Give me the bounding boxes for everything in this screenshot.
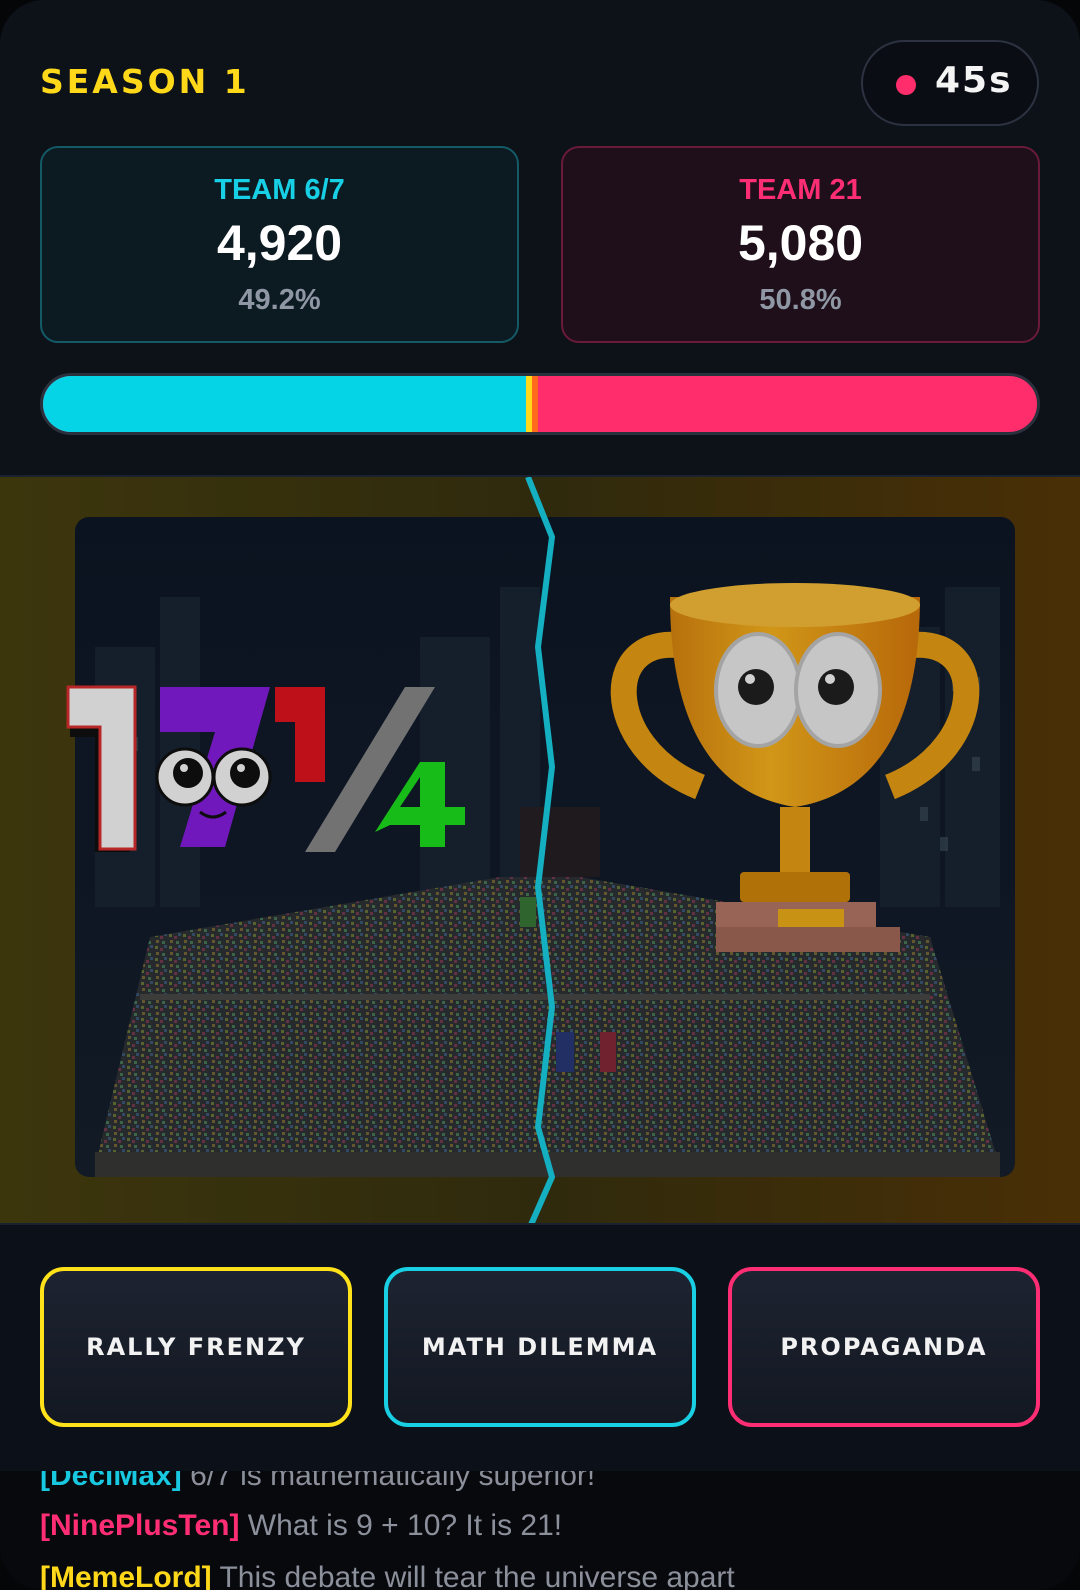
chat-text: What is 9 + 10? It is 21! (247, 1509, 563, 1542)
tug-of-war-bar (40, 373, 1040, 435)
team-card-left: TEAM 6/7 4,920 49.2% (40, 146, 519, 343)
season-label: SEASON 1 (40, 62, 250, 101)
math-dilemma-button[interactable]: MATH DILEMMA (384, 1267, 696, 1427)
chat-message: [MemeLord] This debate will tear the uni… (40, 1561, 735, 1590)
move-buttons: RALLY FRENZY MATH DILEMMA PROPAGANDA (0, 1225, 1080, 1471)
team-score: 5,080 (737, 215, 864, 271)
round-timer: 45s (861, 40, 1039, 126)
battle-arena (0, 475, 1080, 1225)
chat-message: [DeciMax] 6/7 is mathematically superior… (40, 1471, 595, 1493)
team-percent: 49.2% (238, 284, 321, 316)
chat-text: 6/7 is mathematically superior! (190, 1471, 596, 1492)
timer-text: 45s (935, 60, 1013, 101)
propaganda-button[interactable]: PROPAGANDA (728, 1267, 1040, 1427)
chat-username: [DeciMax] (40, 1471, 182, 1492)
team-score: 4,920 (216, 215, 343, 271)
chat-username: [MemeLord] (40, 1561, 212, 1590)
live-dot-icon (896, 75, 916, 95)
tug-bar-left-fill (43, 376, 532, 432)
game-screen: SEASON 1 45s TEAM 6/7 4,920 49.2% TEAM 2… (0, 0, 1080, 1590)
team-card-right: TEAM 21 5,080 50.8% (561, 146, 1040, 343)
tug-bar-marker (526, 376, 538, 432)
chat-username: [NinePlusTen] (40, 1509, 240, 1542)
team-name: TEAM 21 (739, 174, 862, 206)
team-name: TEAM 6/7 (214, 174, 345, 206)
chat-text: This debate will tear the universe apart (219, 1561, 735, 1590)
arena-scene (0, 477, 1080, 1223)
chat-message: [NinePlusTen] What is 9 + 10? It is 21! (40, 1509, 562, 1543)
rally-frenzy-button[interactable]: RALLY FRENZY (40, 1267, 352, 1427)
chat-feed: [DeciMax] 6/7 is mathematically superior… (0, 1471, 1080, 1590)
scoreboard-header: SEASON 1 45s TEAM 6/7 4,920 49.2% TEAM 2… (0, 0, 1080, 475)
team-percent: 50.8% (759, 284, 842, 316)
